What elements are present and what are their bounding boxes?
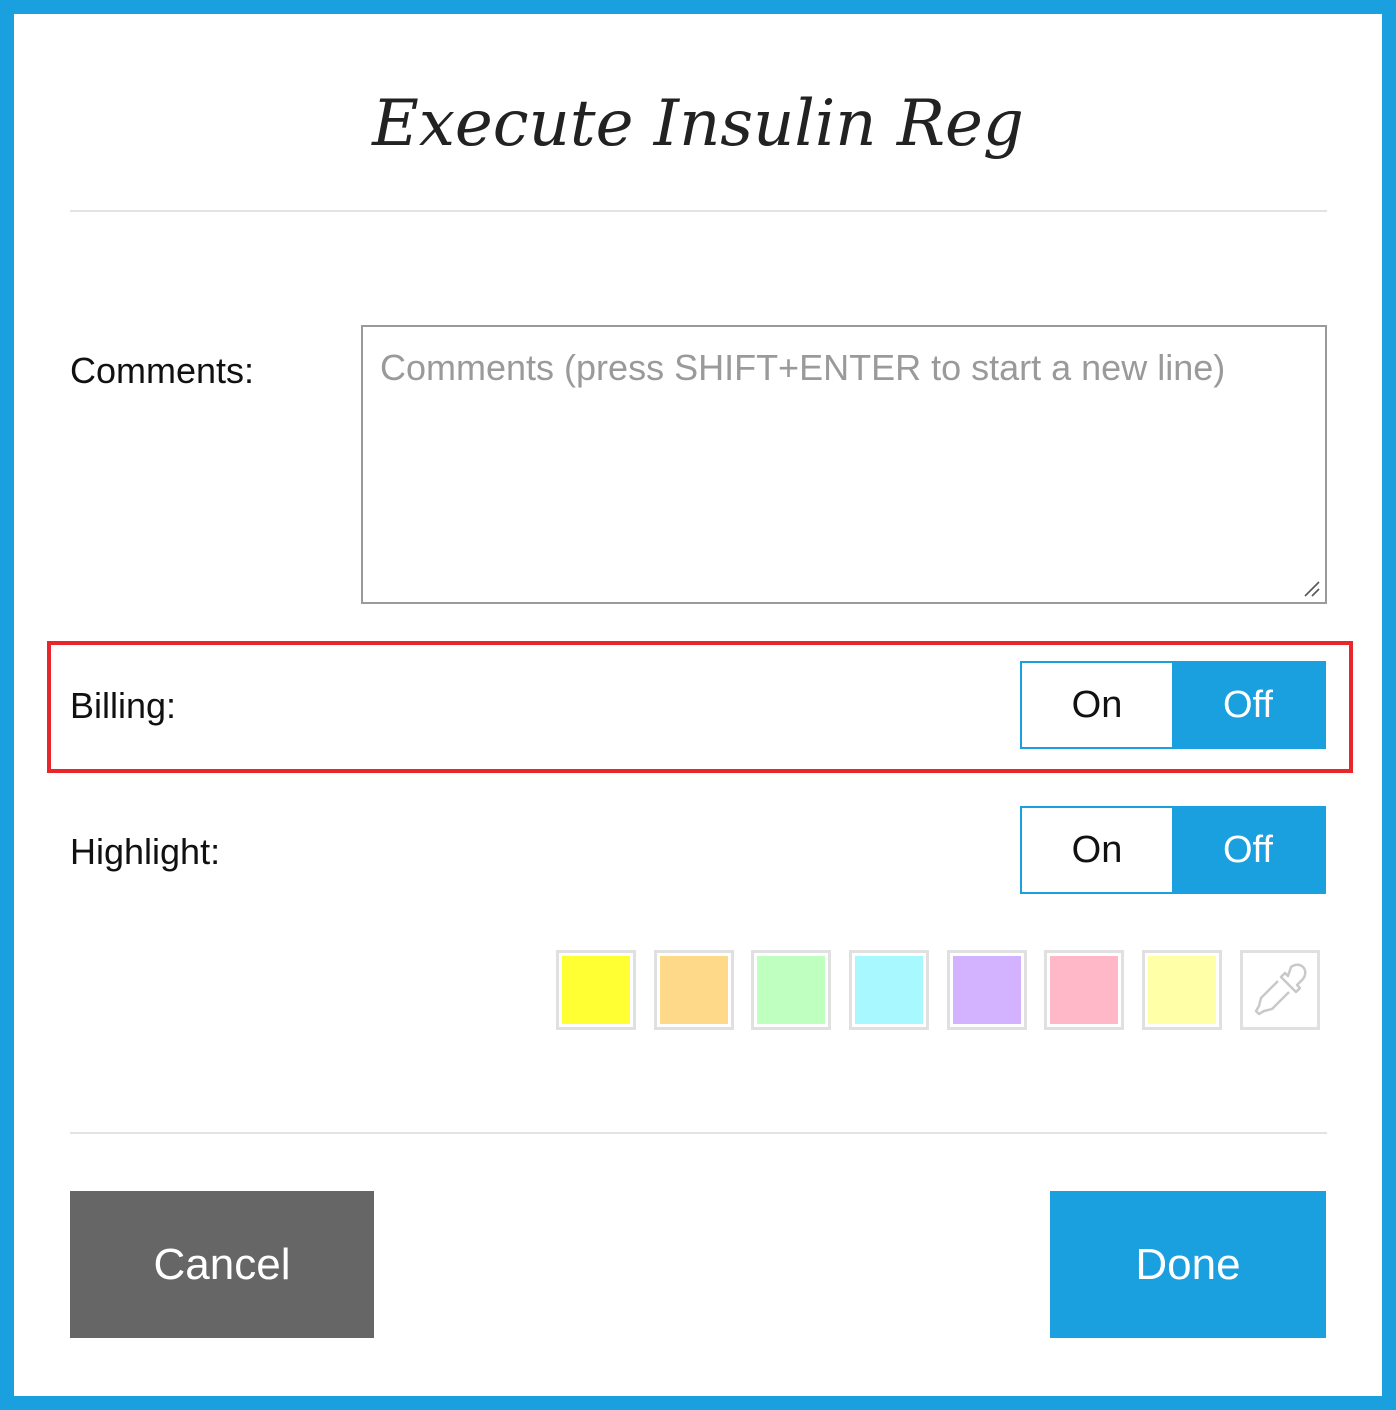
dialog-title: Execute Insulin Reg (372, 87, 1024, 161)
resize-grip-icon[interactable] (1303, 580, 1321, 598)
billing-off-option[interactable]: Off (1172, 663, 1324, 747)
custom-color-picker-button[interactable] (1239, 950, 1320, 1030)
color-swatch-light-yellow[interactable] (1142, 950, 1223, 1030)
swatch-fill (757, 956, 826, 1024)
color-swatch-purple[interactable] (946, 950, 1027, 1030)
color-swatch-cyan[interactable] (849, 950, 930, 1030)
swatch-fill (855, 956, 924, 1024)
highlight-toggle[interactable]: On Off (1020, 806, 1326, 894)
header-divider (70, 210, 1327, 212)
swatch-fill (952, 956, 1021, 1024)
highlight-label: Highlight: (70, 831, 221, 872)
eyedropper-icon (1254, 963, 1307, 1016)
highlight-color-swatches (556, 950, 1320, 1030)
comments-label: Comments: (70, 350, 255, 391)
cancel-button[interactable]: Cancel (70, 1191, 374, 1338)
color-swatch-pink[interactable] (1044, 950, 1125, 1030)
footer-divider (70, 1132, 1327, 1134)
swatch-fill (659, 956, 728, 1024)
highlight-on-option[interactable]: On (1022, 808, 1172, 892)
highlight-off-option[interactable]: Off (1172, 808, 1324, 892)
swatch-fill (1148, 956, 1217, 1024)
billing-toggle[interactable]: On Off (1020, 661, 1326, 749)
comments-placeholder: Comments (press SHIFT+ENTER to start a n… (380, 347, 1226, 388)
color-swatch-orange[interactable] (653, 950, 734, 1030)
swatch-fill (562, 956, 630, 1024)
color-swatch-green[interactable] (751, 950, 832, 1030)
execute-dialog: Execute Insulin Reg Comments: Comments (… (14, 14, 1382, 1396)
done-button[interactable]: Done (1050, 1191, 1326, 1338)
swatch-fill (1050, 956, 1119, 1024)
billing-label: Billing: (70, 685, 177, 726)
color-swatch-yellow[interactable] (556, 950, 636, 1030)
comments-textarea[interactable]: Comments (press SHIFT+ENTER to start a n… (361, 325, 1327, 604)
billing-on-option[interactable]: On (1022, 663, 1172, 747)
